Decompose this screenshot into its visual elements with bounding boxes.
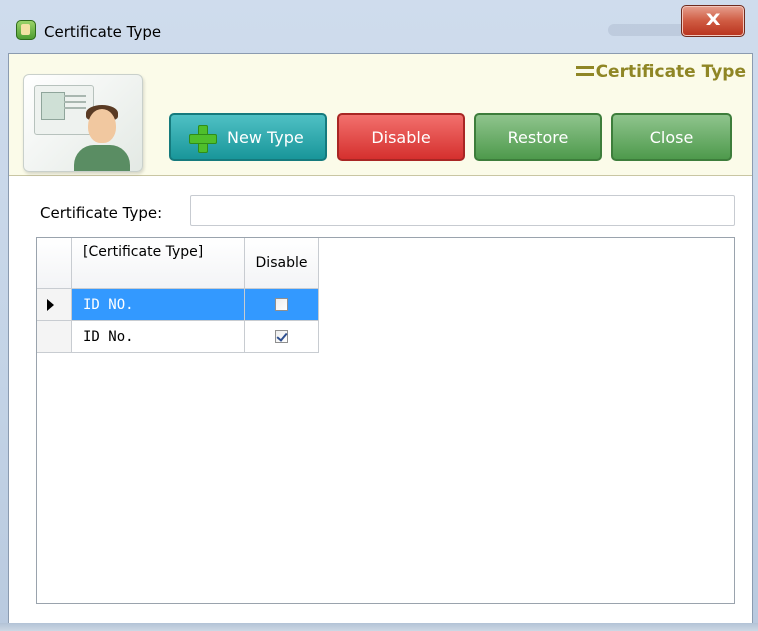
window-title: Certificate Type [44,23,162,41]
cell-disable[interactable] [245,321,319,353]
equals-icon [575,65,594,76]
window-close-button[interactable]: X [681,5,745,37]
certificate-type-input[interactable] [190,195,735,226]
header-title-text: Certificate Type [595,62,746,82]
new-type-label: New Type [227,128,304,147]
person-head [88,109,116,143]
certificate-type-grid[interactable]: [Certificate Type] Disable ID NO. ID No. [36,237,735,604]
close-icon: X [705,10,721,29]
window-bottom-border [0,623,758,631]
column-header-disable[interactable]: Disable [245,238,319,289]
green-plus-icon [189,125,217,153]
disable-button[interactable]: Disable [337,113,465,161]
row-pointer-icon[interactable] [37,289,72,321]
header-title: Certificate Type [575,62,746,82]
certificate-type-label: Certificate Type: [40,204,163,222]
close-button[interactable]: Close [611,113,732,161]
restore-button[interactable]: Restore [474,113,602,161]
id-card-shape [34,85,94,135]
header-panel: Certificate Type New Type Disable Restor… [9,54,752,176]
new-type-button[interactable]: New Type [169,113,327,161]
disable-checkbox[interactable] [275,330,288,343]
disable-checkbox[interactable] [275,298,288,311]
client-area: Certificate Type New Type Disable Restor… [8,53,753,625]
id-card-lines [64,95,86,97]
grid-corner-cell [37,238,72,289]
certificate-type-window: Certificate Type X Certificate Type New … [0,0,758,631]
cell-disable[interactable] [245,289,319,321]
person-body [74,145,130,171]
column-header-certificate-type[interactable]: [Certificate Type] [72,238,245,289]
certificate-app-icon [16,20,36,40]
row-header-cell[interactable] [37,321,72,353]
cell-certificate-type[interactable]: ID No. [72,321,245,353]
title-bar[interactable]: Certificate Type X [0,0,758,52]
cell-certificate-type[interactable]: ID NO. [72,289,245,321]
id-card-person-icon [23,74,143,172]
